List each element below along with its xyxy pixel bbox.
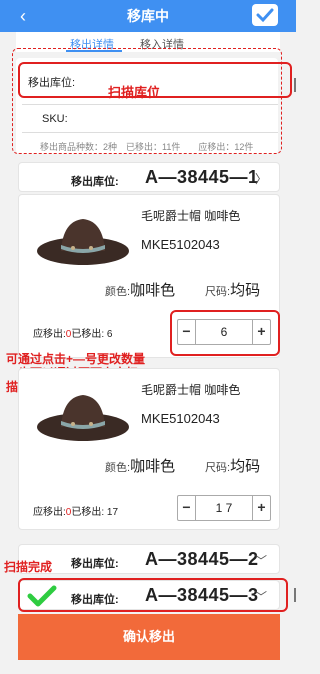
product-qty: 应移出:0已移出: 6 [33,329,113,340]
location-label: 移出库位: [71,176,119,188]
product-color: 颜色:咖啡色 [105,282,176,299]
top-bar: ‹ 移库中 [0,0,296,32]
completed-location-highlight [18,578,288,612]
scrollbar [294,78,296,92]
chevron-right-icon: 〉 [254,172,267,186]
stepper-highlight [170,310,280,356]
quantity-stepper[interactable]: − 1 7 + [177,495,271,521]
divider [22,104,278,105]
product-card-2: 毛呢爵士帽 咖啡色 MKE5102043 颜色:咖啡色 尺码:均码 应移出:0已… [18,368,280,530]
product-qty: 应移出:0已移出: 17 [33,507,119,518]
product-size: 尺码:均码 [205,282,261,299]
location-value: A—38445—1 [145,167,259,187]
location-row-1[interactable]: 移出库位: A—38445—1 〉 [18,162,280,192]
move-summary: 移出商品种数：2种 已移出：11件 应移出：12件 [40,142,254,152]
product-code: MKE5102043 [141,237,220,252]
confirm-move-out-button[interactable]: 确认移出 [18,614,280,660]
decrement-button[interactable]: − [178,496,196,520]
sku-label: SKU: [42,113,68,125]
location-value: A—38445—2 [145,549,259,569]
product-name: 毛呢爵士帽 咖啡色 [141,383,241,397]
product-color: 颜色:咖啡色 [105,458,176,475]
scan-done-annotation: 扫描完成 [4,560,53,574]
scrollbar [294,588,296,602]
product-code: MKE5102043 [141,411,220,426]
product-name: 毛呢爵士帽 咖啡色 [141,209,241,223]
confirm-check-button[interactable] [252,4,278,26]
check-icon [256,8,274,23]
hat-image [37,395,129,441]
product-size: 尺码:均码 [205,458,261,475]
increment-button[interactable]: + [252,496,270,520]
chevron-down-icon: ﹀ [254,554,267,568]
scan-location-annotation: 扫描库位 [108,85,161,100]
location-row-2[interactable]: 移出库位: A—38445—2 ﹀ [18,544,280,574]
sku-field-underline[interactable] [22,132,278,133]
quantity-value[interactable]: 1 7 [196,501,252,515]
hat-image [37,219,129,265]
location-label: 移出库位: [71,558,119,570]
